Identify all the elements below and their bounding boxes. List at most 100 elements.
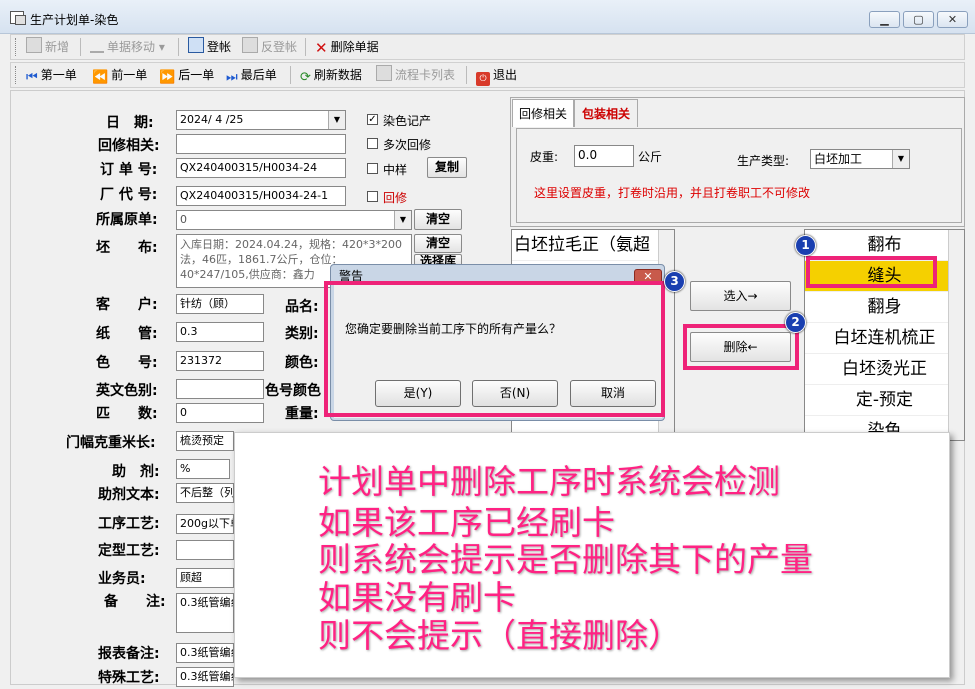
agent-number-input[interactable]: QX240400315/H0034-24-1 <box>176 186 346 206</box>
order-number-label: 订 单 号: <box>100 162 158 178</box>
pieces-label: 匹 数: <box>96 406 158 422</box>
tare-input[interactable]: 0.0 <box>574 145 634 167</box>
report-remark-input[interactable]: 0.3纸管编纟 <box>176 643 234 663</box>
window-titlebar <box>0 0 975 34</box>
remark-label: 备 注: <box>104 594 166 610</box>
unpost-icon <box>242 37 258 53</box>
tab-packaging[interactable]: 包装相关 <box>574 99 638 127</box>
list-item[interactable]: 白坯拉毛正（氨超 <box>512 230 674 261</box>
dropdown-arrow-icon[interactable]: ▼ <box>394 211 411 229</box>
auxiliary-input[interactable]: % <box>176 459 230 479</box>
window-title: 生产计划单-染色 <box>30 13 119 27</box>
width-weight-label: 门幅克重米长: <box>66 435 156 451</box>
width-weight-input[interactable]: 梳烫预定 <box>176 431 234 451</box>
delete-document-button[interactable]: ✕ 删除单据 <box>311 37 383 57</box>
first-record-button[interactable]: ⏮ 第一单 <box>22 65 81 85</box>
parent-order-combo[interactable]: 0 ▼ <box>176 210 412 230</box>
close-button[interactable]: ✕ <box>937 11 968 28</box>
repair-input[interactable] <box>176 134 346 154</box>
new-button[interactable]: 新增 <box>22 37 73 57</box>
color-name-label: 颜色: <box>285 355 319 371</box>
date-picker[interactable]: 2024/ 4 /25 ▼ <box>176 110 346 130</box>
color-number-color-label: 色号颜色 <box>265 383 321 399</box>
remark-textarea[interactable]: 0.3纸管编纟 <box>176 593 234 633</box>
dropdown-arrow-icon[interactable]: ▼ <box>892 150 909 168</box>
post-icon <box>188 37 204 53</box>
next-icon: ⏩ <box>159 70 176 85</box>
tare-label: 皮重: <box>530 150 559 164</box>
exit-icon: ⏻ <box>476 72 490 86</box>
list-item[interactable]: 白坯连机梳正 <box>805 323 964 354</box>
step-badge-2: 2 <box>785 312 806 333</box>
scrollbar[interactable] <box>948 230 964 440</box>
auxiliary-label: 助 剂: <box>112 464 160 480</box>
copy-button[interactable]: 复制 <box>427 157 467 178</box>
tare-hint-text: 这里设置皮重，打卷时沿用，并且打卷职工不可修改 <box>534 186 811 200</box>
clear-grey-button[interactable]: 清空 <box>414 234 462 253</box>
color-number-input[interactable]: 231372 <box>176 351 264 371</box>
tab-repair[interactable]: 回修相关 <box>512 99 574 127</box>
special-process-label: 特殊工艺: <box>98 670 160 686</box>
move-icon <box>90 37 104 53</box>
color-number-label: 色 号: <box>96 355 158 371</box>
toolbar-grip[interactable] <box>15 38 18 56</box>
special-process-input[interactable]: 0.3纸管编纟 <box>176 667 234 687</box>
process-input[interactable]: 200g以下单 <box>176 514 234 534</box>
salesperson-label: 业务员: <box>98 571 146 587</box>
dropdown-arrow-icon[interactable]: ▼ <box>328 111 345 129</box>
agent-number-label: 厂 代 号: <box>100 187 158 203</box>
app-icon <box>10 11 26 25</box>
toolbar-separator <box>305 38 306 56</box>
list-item[interactable]: 翻身 <box>805 292 964 323</box>
sample-label: 中样 <box>383 163 408 177</box>
next-record-button[interactable]: ⏩ 后一单 <box>155 65 218 85</box>
move-button[interactable]: 单据移动 ▾ <box>86 37 169 57</box>
dropdown-arrow-icon: ▾ <box>158 40 165 54</box>
parent-order-label: 所属原单: <box>96 212 158 228</box>
maximize-button[interactable]: ▢ <box>903 11 934 28</box>
exit-button[interactable]: ⏻ 退出 <box>472 65 521 86</box>
post-button[interactable]: 登帐 <box>184 37 235 57</box>
toolbar-separator <box>80 38 81 56</box>
new-icon <box>26 37 42 53</box>
auxiliary-text-input[interactable]: 不后整（列 <box>176 483 234 503</box>
weight-label: 重量: <box>285 406 319 422</box>
select-in-button[interactable]: 选入→ <box>690 281 791 311</box>
toolbar-grip[interactable] <box>15 66 18 84</box>
category-label: 类别: <box>285 326 319 342</box>
repair-checkbox[interactable] <box>367 191 378 202</box>
first-icon: ⏮ <box>26 70 38 85</box>
minimize-button[interactable]: ▁ <box>869 11 900 28</box>
delete-process-button[interactable]: 删除← <box>690 332 791 362</box>
english-color-label: 英文色别: <box>96 383 158 399</box>
flow-card-list-button[interactable]: 流程卡列表 <box>372 65 459 85</box>
clear-parent-button[interactable]: 清空 <box>414 209 462 230</box>
production-type-label: 生产类型: <box>737 154 790 168</box>
list-item[interactable]: 白坯烫光正 <box>805 354 964 385</box>
sample-checkbox[interactable] <box>367 163 378 174</box>
toolbar-separator <box>290 66 291 84</box>
pieces-input[interactable]: 0 <box>176 403 264 423</box>
tube-input[interactable]: 0.3 <box>176 322 264 342</box>
grey-cloth-label: 坯 布: <box>96 240 158 256</box>
list-item[interactable]: 定-预定 <box>805 385 964 416</box>
multi-repair-checkbox[interactable] <box>367 138 378 149</box>
last-record-button[interactable]: ⏭ 最后单 <box>222 65 281 85</box>
production-type-combo[interactable]: 白坯加工 ▼ <box>810 149 910 169</box>
customer-input[interactable]: 针纺（顾） <box>176 294 264 314</box>
selected-item-highlight <box>806 256 937 288</box>
setting-input[interactable] <box>176 540 234 560</box>
order-number-input[interactable]: QX240400315/H0034-24 <box>176 158 346 178</box>
dye-record-checkbox[interactable]: ✓ <box>367 114 378 125</box>
dye-record-label: 染色记产 <box>383 114 432 128</box>
toolbar-separator <box>178 38 179 56</box>
step-badge-1: 1 <box>795 235 816 256</box>
delete-x-icon: ✕ <box>315 39 328 57</box>
salesperson-input[interactable]: 顾超 <box>176 568 234 588</box>
refresh-button[interactable]: ⟳ 刷新数据 <box>296 65 366 85</box>
dialog-highlight <box>324 281 665 417</box>
previous-record-button[interactable]: ⏪ 前一单 <box>88 65 151 85</box>
english-color-input[interactable] <box>176 379 264 399</box>
repair-check-label: 回修 <box>383 191 408 205</box>
unpost-button[interactable]: 反登帐 <box>238 37 301 57</box>
